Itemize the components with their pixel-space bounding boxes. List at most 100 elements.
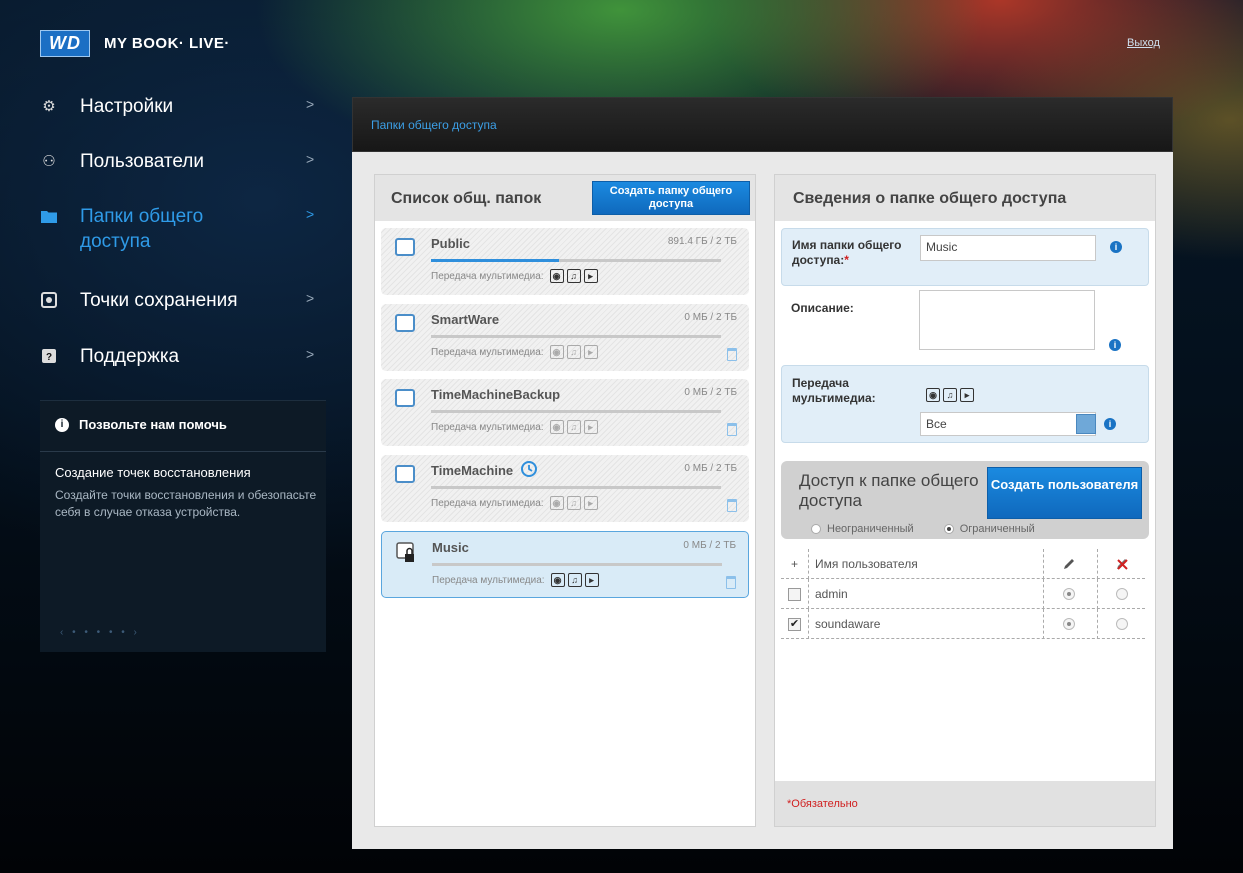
usage-bar bbox=[432, 563, 722, 566]
sidebar-item-label: Папки общего доступа bbox=[80, 206, 204, 252]
media-serving-select[interactable]: Все bbox=[920, 412, 1096, 436]
description-input[interactable] bbox=[919, 290, 1095, 350]
user-name: soundaware bbox=[815, 617, 881, 631]
radio-label: Неограниченный bbox=[827, 523, 914, 535]
video-icon: ▸ bbox=[583, 345, 598, 359]
row-checkbox-cell: ✔ bbox=[781, 609, 809, 639]
info-icon[interactable]: i bbox=[1104, 418, 1116, 430]
help-heading: Создание точек восстановления bbox=[55, 465, 251, 480]
backup-icon bbox=[40, 291, 58, 309]
media-label: Передача мультимедиа: bbox=[431, 421, 544, 433]
share-item[interactable]: Public 891.4 ГБ / 2 ТБ Передача мультимеди… bbox=[381, 228, 749, 295]
help-body: Создайте точки восстановления и обезопас… bbox=[55, 488, 317, 519]
video-icon: ▸ bbox=[583, 420, 598, 434]
user-checkbox[interactable] bbox=[788, 587, 801, 601]
row-checkbox-cell bbox=[781, 579, 809, 609]
dropdown-icon[interactable] bbox=[1076, 414, 1096, 434]
radio-button[interactable] bbox=[811, 524, 821, 534]
radio-restricted[interactable]: Ограниченный bbox=[943, 523, 1035, 535]
media-label: Передача мультимедиа: bbox=[431, 346, 544, 358]
media-serving-label: Передача мультимедиа: bbox=[792, 376, 876, 405]
share-size: 0 МБ / 2 ТБ bbox=[684, 387, 737, 398]
music-icon: ♫ bbox=[567, 573, 582, 587]
trash-icon[interactable] bbox=[727, 348, 737, 361]
info-icon: i bbox=[55, 417, 69, 432]
share-checkbox[interactable] bbox=[395, 389, 415, 407]
info-icon[interactable]: i bbox=[1110, 241, 1122, 253]
create-user-button[interactable]: Создать пользователя bbox=[987, 467, 1142, 519]
chevron-right-icon: > bbox=[306, 96, 315, 112]
radio-button[interactable] bbox=[943, 524, 954, 534]
share-list-title: Список общ. папок bbox=[391, 190, 542, 207]
trash-icon[interactable] bbox=[727, 499, 737, 512]
share-item[interactable]: TimeMachineBackup 0 МБ / 2 ТБ Передача мул… bbox=[381, 379, 749, 446]
sidebar-item-shares[interactable]: Папки общего доступа > bbox=[40, 204, 330, 254]
chevron-right-icon: > bbox=[306, 206, 315, 222]
video-icon: ▸ bbox=[960, 388, 974, 402]
media-serving-row: Передача мультимедиа: ◉ ♫ ▸ bbox=[431, 345, 598, 359]
media-serving-row: Передача мультимедиа: ◉ ♫ ▸ bbox=[432, 573, 599, 587]
sidebar-item-support[interactable]: ? Поддержка > bbox=[40, 344, 330, 369]
usage-bar bbox=[431, 410, 721, 413]
share-name: TimeMachine bbox=[431, 463, 514, 478]
media-icons: ◉ ♫ ▸ bbox=[549, 496, 598, 510]
media-label: Передача мультимедиа: bbox=[431, 270, 544, 282]
info-icon[interactable]: i bbox=[1109, 339, 1121, 351]
user-checkbox[interactable]: ✔ bbox=[788, 617, 801, 631]
sidebar-item-label: Точки сохранения bbox=[80, 290, 238, 311]
media-label: Передача мультимедиа: bbox=[432, 574, 545, 586]
divider bbox=[40, 451, 326, 452]
top-bar: WD MY BOOK· LIVE· bbox=[40, 28, 230, 58]
share-name-box: Имя папки общего доступа:* Music i bbox=[781, 228, 1149, 286]
chevron-right-icon: > bbox=[306, 346, 315, 362]
radio-unrestricted[interactable]: Неограниченный bbox=[811, 523, 914, 535]
share-item[interactable]: TimeMachine 0 МБ / 2 ТБ Передача мультимед… bbox=[381, 455, 749, 522]
help-title: i Позвольте нам помочь bbox=[55, 417, 227, 432]
sidebar-item-users[interactable]: ⚇ Пользователи > bbox=[40, 149, 330, 174]
no-access-icon bbox=[1097, 549, 1145, 579]
access-radio-group: Неограниченный Ограниченный bbox=[811, 523, 1035, 535]
column-header-user: Имя пользователя bbox=[815, 557, 918, 571]
share-item[interactable]: Music 0 МБ / 2 ТБ Передача мультимедиа: ◉ ♫ ▸ bbox=[381, 531, 749, 598]
sidebar-item-backups[interactable]: Точки сохранения > bbox=[40, 288, 330, 313]
product-name: MY BOOK· LIVE· bbox=[104, 34, 230, 52]
share-size: 0 МБ / 2 ТБ bbox=[683, 540, 736, 551]
locked-folder-icon[interactable] bbox=[396, 542, 418, 564]
share-checkbox[interactable] bbox=[395, 314, 415, 332]
media-icons: ◉ ♫ ▸ bbox=[550, 573, 599, 587]
trash-icon[interactable] bbox=[727, 423, 737, 436]
sidebar-item-label: Настройки bbox=[80, 96, 174, 117]
share-checkbox[interactable] bbox=[395, 465, 415, 483]
rw-radio[interactable] bbox=[1062, 588, 1075, 600]
share-name-label: Имя папки общего доступа:* bbox=[792, 238, 922, 268]
main-body: Список общ. папок Создать папку общего д… bbox=[352, 152, 1173, 849]
chevron-right-icon: > bbox=[306, 151, 315, 167]
media-icons: ◉ ♫ ▸ bbox=[926, 388, 974, 402]
no-access-radio[interactable] bbox=[1115, 618, 1128, 630]
share-name-input[interactable]: Music bbox=[920, 235, 1096, 261]
sidebar-item-settings[interactable]: ⚙ Настройки > bbox=[40, 94, 330, 119]
usage-bar bbox=[431, 259, 721, 262]
rw-radio[interactable] bbox=[1062, 618, 1075, 630]
photo-icon: ◉ bbox=[550, 573, 565, 587]
media-icons: ◉ ♫ ▸ bbox=[549, 269, 598, 283]
trash-icon[interactable] bbox=[726, 576, 736, 589]
share-checkbox[interactable] bbox=[395, 238, 415, 256]
share-size: 0 МБ / 2 ТБ bbox=[684, 312, 737, 323]
photo-icon: ◉ bbox=[926, 388, 940, 402]
music-icon: ♫ bbox=[943, 388, 957, 402]
share-item[interactable]: SmartWare 0 МБ / 2 ТБ Передача мультимедиа… bbox=[381, 304, 749, 371]
share-details-panel: Сведения о папке общего доступа Имя папк… bbox=[774, 174, 1156, 827]
main-header: Папки общего доступа bbox=[352, 97, 1173, 152]
user-access-table: + Имя пользователя admin ✔ soundaware bbox=[781, 549, 1145, 639]
no-access-radio[interactable] bbox=[1115, 588, 1128, 600]
sidebar-item-label: Поддержка bbox=[80, 346, 180, 367]
create-share-button[interactable]: Создать папку общего доступа bbox=[592, 181, 750, 215]
logout-link[interactable]: Выход bbox=[1127, 37, 1160, 49]
add-user-icon[interactable]: + bbox=[781, 549, 809, 579]
help-pager[interactable]: ‹ • • • • • › bbox=[60, 627, 140, 638]
share-name: SmartWare bbox=[431, 312, 500, 327]
share-access-header: Доступ к папке общего доступа Создать по… bbox=[781, 461, 1149, 539]
share-list-panel: Список общ. папок Создать папку общего д… bbox=[374, 174, 756, 827]
wd-logo: WD bbox=[40, 29, 90, 57]
